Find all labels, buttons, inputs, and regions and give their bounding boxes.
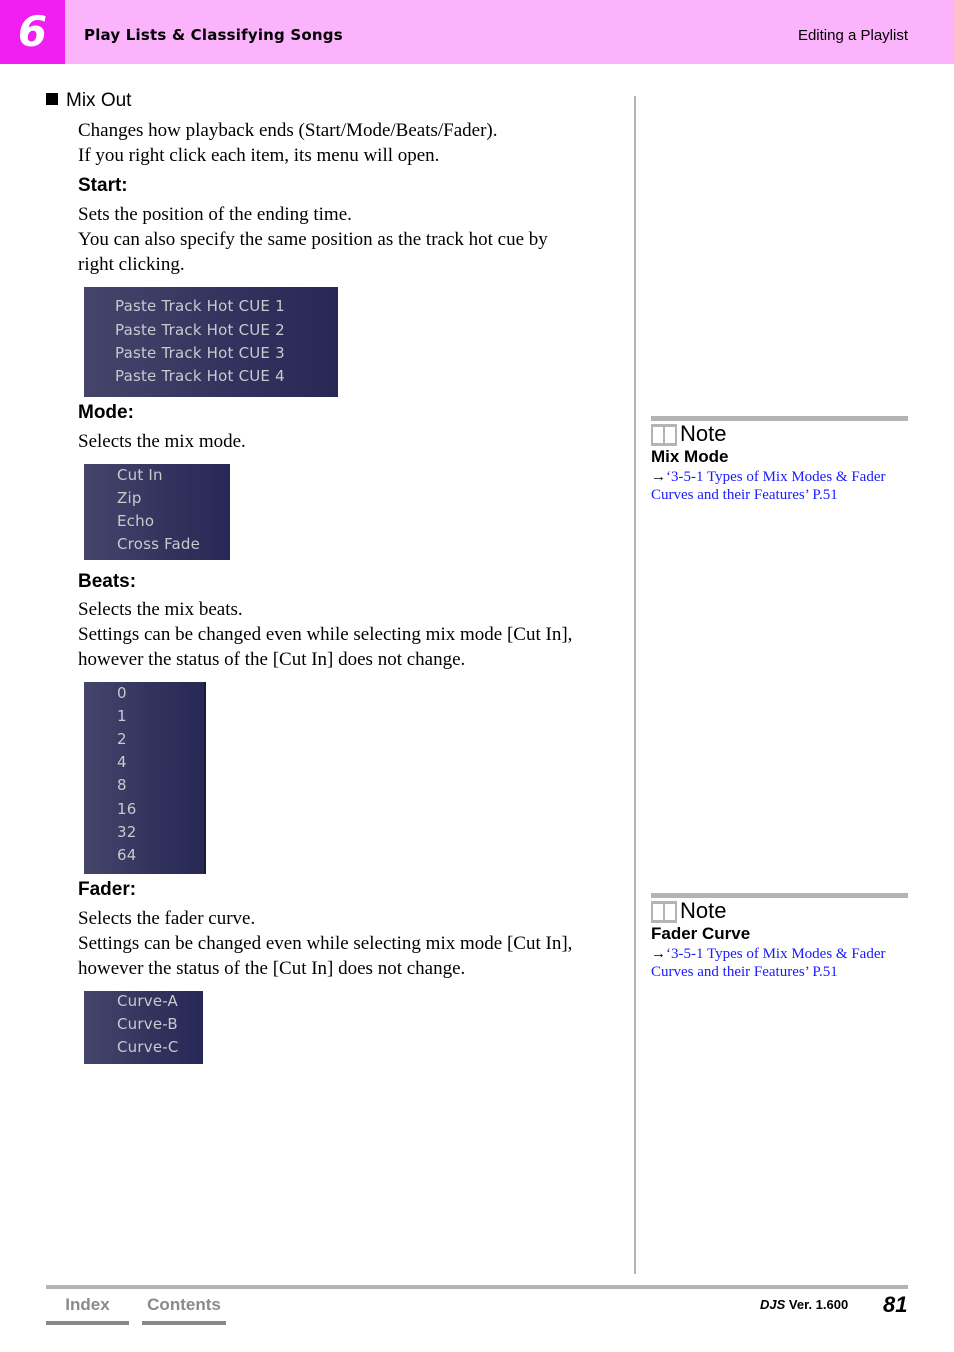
note-link[interactable]: →‘3-5-1 Types of Mix Modes & Fader Curve… bbox=[651, 945, 908, 981]
beats-context-menu: 0 1 2 4 8 16 32 64 bbox=[84, 682, 204, 874]
note-title: Mix Mode bbox=[651, 447, 729, 466]
menu-item-paste-hot-cue-3[interactable]: Paste Track Hot CUE 3 bbox=[115, 344, 285, 362]
menu-item-beats-1[interactable]: 1 bbox=[117, 707, 127, 725]
beats-text-1: Selects the mix beats. bbox=[78, 599, 243, 620]
note-label: Note bbox=[680, 898, 727, 923]
arrow-right-icon: → bbox=[651, 469, 666, 485]
note-link-line-1[interactable]: ‘3-5-1 Types of Mix Modes & Fader bbox=[666, 469, 885, 485]
menu-item-echo[interactable]: Echo bbox=[117, 512, 154, 530]
mode-text-1: Selects the mix mode. bbox=[78, 431, 246, 452]
fader-heading: Fader: bbox=[78, 879, 137, 900]
start-text-3: right clicking. bbox=[78, 254, 185, 275]
start-context-menu: Paste Track Hot CUE 1 Paste Track Hot CU… bbox=[84, 287, 338, 397]
note-mix-mode: Note Mix Mode →‘3-5-1 Types of Mix Modes… bbox=[651, 416, 908, 511]
menu-item-cross-fade[interactable]: Cross Fade bbox=[117, 535, 200, 553]
chapter-badge: 6 bbox=[0, 0, 65, 64]
menu-item-beats-4[interactable]: 4 bbox=[117, 753, 127, 771]
menu-item-beats-2[interactable]: 2 bbox=[117, 730, 127, 748]
menu-item-cut-in[interactable]: Cut In bbox=[117, 466, 163, 484]
footer-rule bbox=[46, 1285, 908, 1289]
contents-button-label[interactable]: Contents bbox=[147, 1295, 221, 1314]
book-icon bbox=[651, 424, 677, 446]
intro-line-2: If you right click each item, its menu w… bbox=[78, 145, 440, 166]
beats-heading: Beats: bbox=[78, 571, 137, 592]
start-text-1: Sets the position of the ending time. bbox=[78, 204, 352, 225]
mix-out-heading-text: Mix Out bbox=[66, 90, 132, 111]
menu-item-curve-c[interactable]: Curve-C bbox=[117, 1038, 179, 1056]
fader-text-1: Selects the fader curve. bbox=[78, 908, 256, 929]
menu-edge bbox=[204, 682, 206, 874]
note-title: Fader Curve bbox=[651, 924, 751, 943]
book-icon bbox=[651, 901, 677, 923]
menu-item-beats-16[interactable]: 16 bbox=[117, 800, 137, 818]
contents-button[interactable]: Contents bbox=[142, 1295, 226, 1325]
beats-text-3: however the status of the [Cut In] does … bbox=[78, 649, 466, 670]
note-link-line-2[interactable]: Curves and their Features’ P.51 bbox=[651, 964, 838, 980]
menu-item-curve-a[interactable]: Curve-A bbox=[117, 992, 178, 1010]
index-button-label[interactable]: Index bbox=[65, 1295, 109, 1314]
menu-item-zip[interactable]: Zip bbox=[117, 489, 142, 507]
chapter-title: Play Lists & Classifying Songs bbox=[84, 26, 343, 44]
index-button[interactable]: Index bbox=[46, 1295, 129, 1325]
contents-underline bbox=[142, 1321, 226, 1325]
beats-text-2: Settings can be changed even while selec… bbox=[78, 624, 573, 645]
note-link-line-2[interactable]: Curves and their Features’ P.51 bbox=[651, 487, 838, 503]
mode-heading: Mode: bbox=[78, 402, 134, 423]
fader-text-2: Settings can be changed even while selec… bbox=[78, 933, 573, 954]
mode-context-menu: Cut In Zip Echo Cross Fade bbox=[84, 464, 230, 560]
product-name: DJS bbox=[760, 1297, 786, 1312]
menu-item-paste-hot-cue-4[interactable]: Paste Track Hot CUE 4 bbox=[115, 367, 285, 385]
note-link-line-1[interactable]: ‘3-5-1 Types of Mix Modes & Fader bbox=[666, 946, 885, 962]
square-bullet-icon bbox=[46, 93, 58, 105]
mix-out-heading: Mix Out bbox=[46, 90, 131, 112]
menu-item-beats-64[interactable]: 64 bbox=[117, 846, 137, 864]
menu-item-paste-hot-cue-2[interactable]: Paste Track Hot CUE 2 bbox=[115, 321, 285, 339]
column-divider bbox=[634, 96, 636, 1274]
note-fader-curve: Note Fader Curve →‘3-5-1 Types of Mix Mo… bbox=[651, 893, 908, 988]
chapter-number: 6 bbox=[17, 7, 48, 56]
menu-item-paste-hot-cue-1[interactable]: Paste Track Hot CUE 1 bbox=[115, 297, 285, 315]
menu-item-beats-8[interactable]: 8 bbox=[117, 776, 127, 794]
page-header: 6 Play Lists & Classifying Songs Editing… bbox=[0, 0, 954, 64]
menu-item-curve-b[interactable]: Curve-B bbox=[117, 1015, 178, 1033]
arrow-right-icon: → bbox=[651, 946, 666, 962]
start-heading: Start: bbox=[78, 175, 128, 196]
start-text-2: You can also specify the same position a… bbox=[78, 229, 548, 250]
version-info: DJS Ver. 1.600 bbox=[760, 1297, 848, 1312]
section-title: Editing a Playlist bbox=[797, 27, 908, 44]
page-number: 81 bbox=[883, 1292, 908, 1317]
note-link[interactable]: →‘3-5-1 Types of Mix Modes & Fader Curve… bbox=[651, 468, 908, 504]
menu-item-beats-0[interactable]: 0 bbox=[117, 684, 127, 702]
fader-context-menu: Curve-A Curve-B Curve-C bbox=[84, 991, 203, 1064]
note-label: Note bbox=[680, 421, 727, 446]
menu-item-beats-32[interactable]: 32 bbox=[117, 823, 137, 841]
intro-line-1: Changes how playback ends (Start/Mode/Be… bbox=[78, 120, 498, 141]
index-underline bbox=[46, 1321, 129, 1325]
version-number: Ver. 1.600 bbox=[788, 1297, 849, 1312]
fader-text-3: however the status of the [Cut In] does … bbox=[78, 958, 466, 979]
